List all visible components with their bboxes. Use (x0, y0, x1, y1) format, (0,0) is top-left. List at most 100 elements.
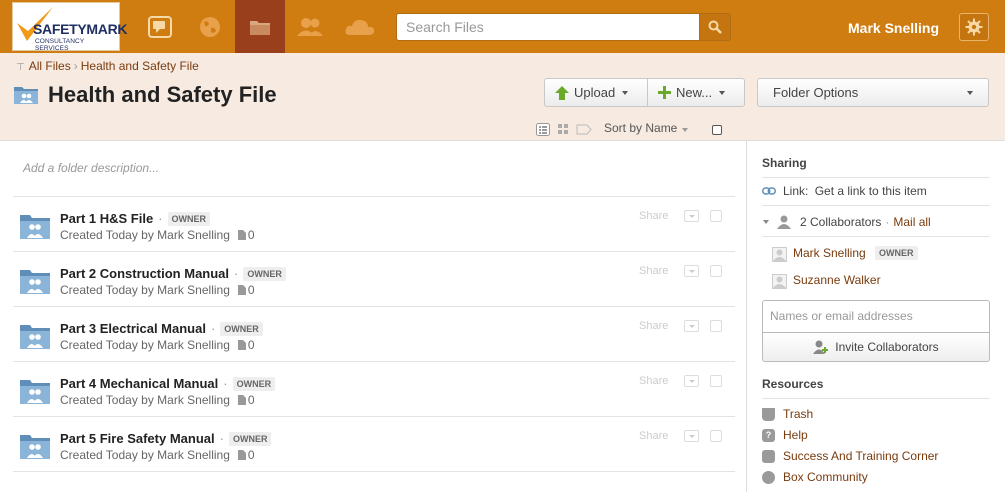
cloud-nav-button[interactable] (335, 0, 385, 53)
search-input[interactable]: Search Files (396, 13, 700, 41)
search-button[interactable] (699, 13, 731, 41)
item-menu-dropdown[interactable] (684, 430, 699, 442)
chevron-down-icon (719, 90, 726, 95)
list-item[interactable]: Part 5 Fire Safety Manual · OWNER Created T… (13, 417, 735, 472)
share-button[interactable]: Share (639, 320, 668, 332)
list-item[interactable]: Part 2 Construction Manual · OWNER Created … (13, 252, 735, 307)
list-item[interactable]: Part 1 H&S File · OWNER Created Today by Ma… (13, 197, 735, 252)
folder-meta: Created Today by Mark Snelling 0 (60, 283, 255, 297)
resource-training[interactable]: Success And Training Corner (762, 449, 938, 463)
explore-nav-button[interactable] (185, 0, 235, 53)
chevron-down-icon (622, 90, 629, 95)
folder-description-input[interactable]: Add a folder description... (23, 161, 159, 175)
tag-icon[interactable] (576, 124, 592, 135)
resource-help[interactable]: ? Help (762, 428, 808, 442)
item-menu-dropdown[interactable] (684, 375, 699, 387)
item-menu-dropdown[interactable] (684, 210, 699, 222)
list-item[interactable]: Part 4 Mechanical Manual · OWNER Created To… (13, 362, 735, 417)
chevron-down-icon (688, 434, 695, 438)
invite-collaborators-button[interactable]: Invite Collaborators (762, 332, 990, 362)
file-count-icon (230, 228, 248, 242)
people-icon (297, 17, 323, 36)
item-checkbox[interactable] (710, 430, 722, 442)
training-icon (762, 449, 775, 463)
resource-label: Box Community (783, 470, 868, 484)
folder-options-label: Folder Options (773, 85, 859, 100)
invite-collaborators-label: Invite Collaborators (835, 340, 939, 354)
breadcrumb-current[interactable]: Health and Safety File (81, 59, 199, 73)
owner-badge: OWNER (228, 432, 272, 446)
file-count: 0 (247, 338, 255, 352)
share-button[interactable]: Share (639, 210, 668, 222)
folder-meta: Created Today by Mark Snelling 0 (60, 338, 255, 352)
shared-folder-icon (14, 87, 38, 104)
share-button[interactable]: Share (639, 430, 668, 442)
folder-name[interactable]: Part 3 Electrical Manual (60, 321, 206, 336)
folder-name[interactable]: Part 2 Construction Manual (60, 266, 229, 281)
item-checkbox[interactable] (710, 320, 722, 332)
folder-options-dropdown[interactable]: Folder Options (757, 78, 989, 107)
item-checkbox[interactable] (710, 375, 722, 387)
folder-name[interactable]: Part 1 H&S File (60, 211, 153, 226)
file-count-icon (230, 283, 248, 297)
upload-button[interactable]: Upload (544, 78, 648, 107)
breadcrumb-all-files[interactable]: All Files (29, 59, 71, 73)
invite-email-field[interactable]: Names or email addresses (762, 300, 990, 333)
resource-label: Help (783, 428, 808, 442)
folder-icon (250, 20, 270, 35)
owner-badge: OWNER (875, 246, 918, 260)
grid-view-icon[interactable] (558, 124, 568, 134)
list-item[interactable]: Part 3 Electrical Manual · OWNER Created To… (13, 307, 735, 362)
collaborator-entry: Mark Snelling OWNER (793, 246, 918, 260)
file-count: 0 (247, 448, 255, 462)
share-button[interactable]: Share (639, 265, 668, 277)
sort-dropdown[interactable]: Sort by Name (604, 121, 689, 135)
collaborator-name[interactable]: Mark Snelling (793, 246, 866, 260)
folder-name[interactable]: Part 5 Fire Safety Manual (60, 431, 215, 446)
safetymark-logo[interactable]: SAFETYMARK CONSULTANCY SERVICES (12, 2, 128, 52)
file-count: 0 (247, 283, 255, 297)
created-info: Created Today by Mark Snelling (60, 283, 230, 297)
list-view-icon[interactable] (536, 122, 550, 136)
shared-folder-icon (19, 267, 51, 298)
select-all-checkbox[interactable] (712, 125, 722, 135)
updates-nav-button[interactable] (135, 0, 185, 53)
trash-icon (762, 407, 775, 421)
created-info: Created Today by Mark Snelling (60, 448, 230, 462)
user-name[interactable]: Mark Snelling (848, 20, 939, 36)
link-icon (762, 187, 776, 195)
mail-all-link[interactable]: Mail all (893, 215, 930, 229)
settings-button[interactable] (959, 13, 989, 41)
folder-name-line: Part 2 Construction Manual · OWNER (60, 266, 286, 281)
plus-icon (658, 86, 671, 99)
upload-arrow-icon (555, 85, 569, 100)
item-checkbox[interactable] (710, 265, 722, 277)
shared-folder-icon (19, 432, 51, 463)
chevron-down-icon (688, 214, 695, 218)
globe-icon (200, 16, 220, 37)
shared-folder-icon (19, 212, 51, 243)
shared-folder-icon (19, 322, 51, 353)
item-checkbox[interactable] (710, 210, 722, 222)
created-info: Created Today by Mark Snelling (60, 228, 230, 242)
item-menu-dropdown[interactable] (684, 265, 699, 277)
divider (762, 205, 990, 206)
collaborator-name[interactable]: Suzanne Walker (793, 273, 881, 287)
share-button[interactable]: Share (639, 375, 668, 387)
contacts-nav-button[interactable] (285, 0, 335, 53)
avatar (772, 247, 787, 262)
folder-name-line: Part 4 Mechanical Manual · OWNER (60, 376, 276, 391)
share-link[interactable]: Link: Get a link to this item (783, 184, 927, 198)
collapse-toggle-icon[interactable] (763, 220, 769, 224)
folder-name-line: Part 3 Electrical Manual · OWNER (60, 321, 263, 336)
files-nav-button[interactable] (235, 0, 285, 53)
cloud-icon (345, 19, 375, 35)
item-menu-dropdown[interactable] (684, 320, 699, 332)
resource-label: Trash (783, 407, 814, 421)
resource-community[interactable]: Box Community (762, 470, 868, 484)
folder-name[interactable]: Part 4 Mechanical Manual (60, 376, 218, 391)
resource-trash[interactable]: Trash (762, 407, 813, 421)
new-button[interactable]: New... (647, 78, 745, 107)
collaborators-count[interactable]: 2 Collaborators (800, 215, 881, 229)
community-icon (762, 470, 775, 484)
